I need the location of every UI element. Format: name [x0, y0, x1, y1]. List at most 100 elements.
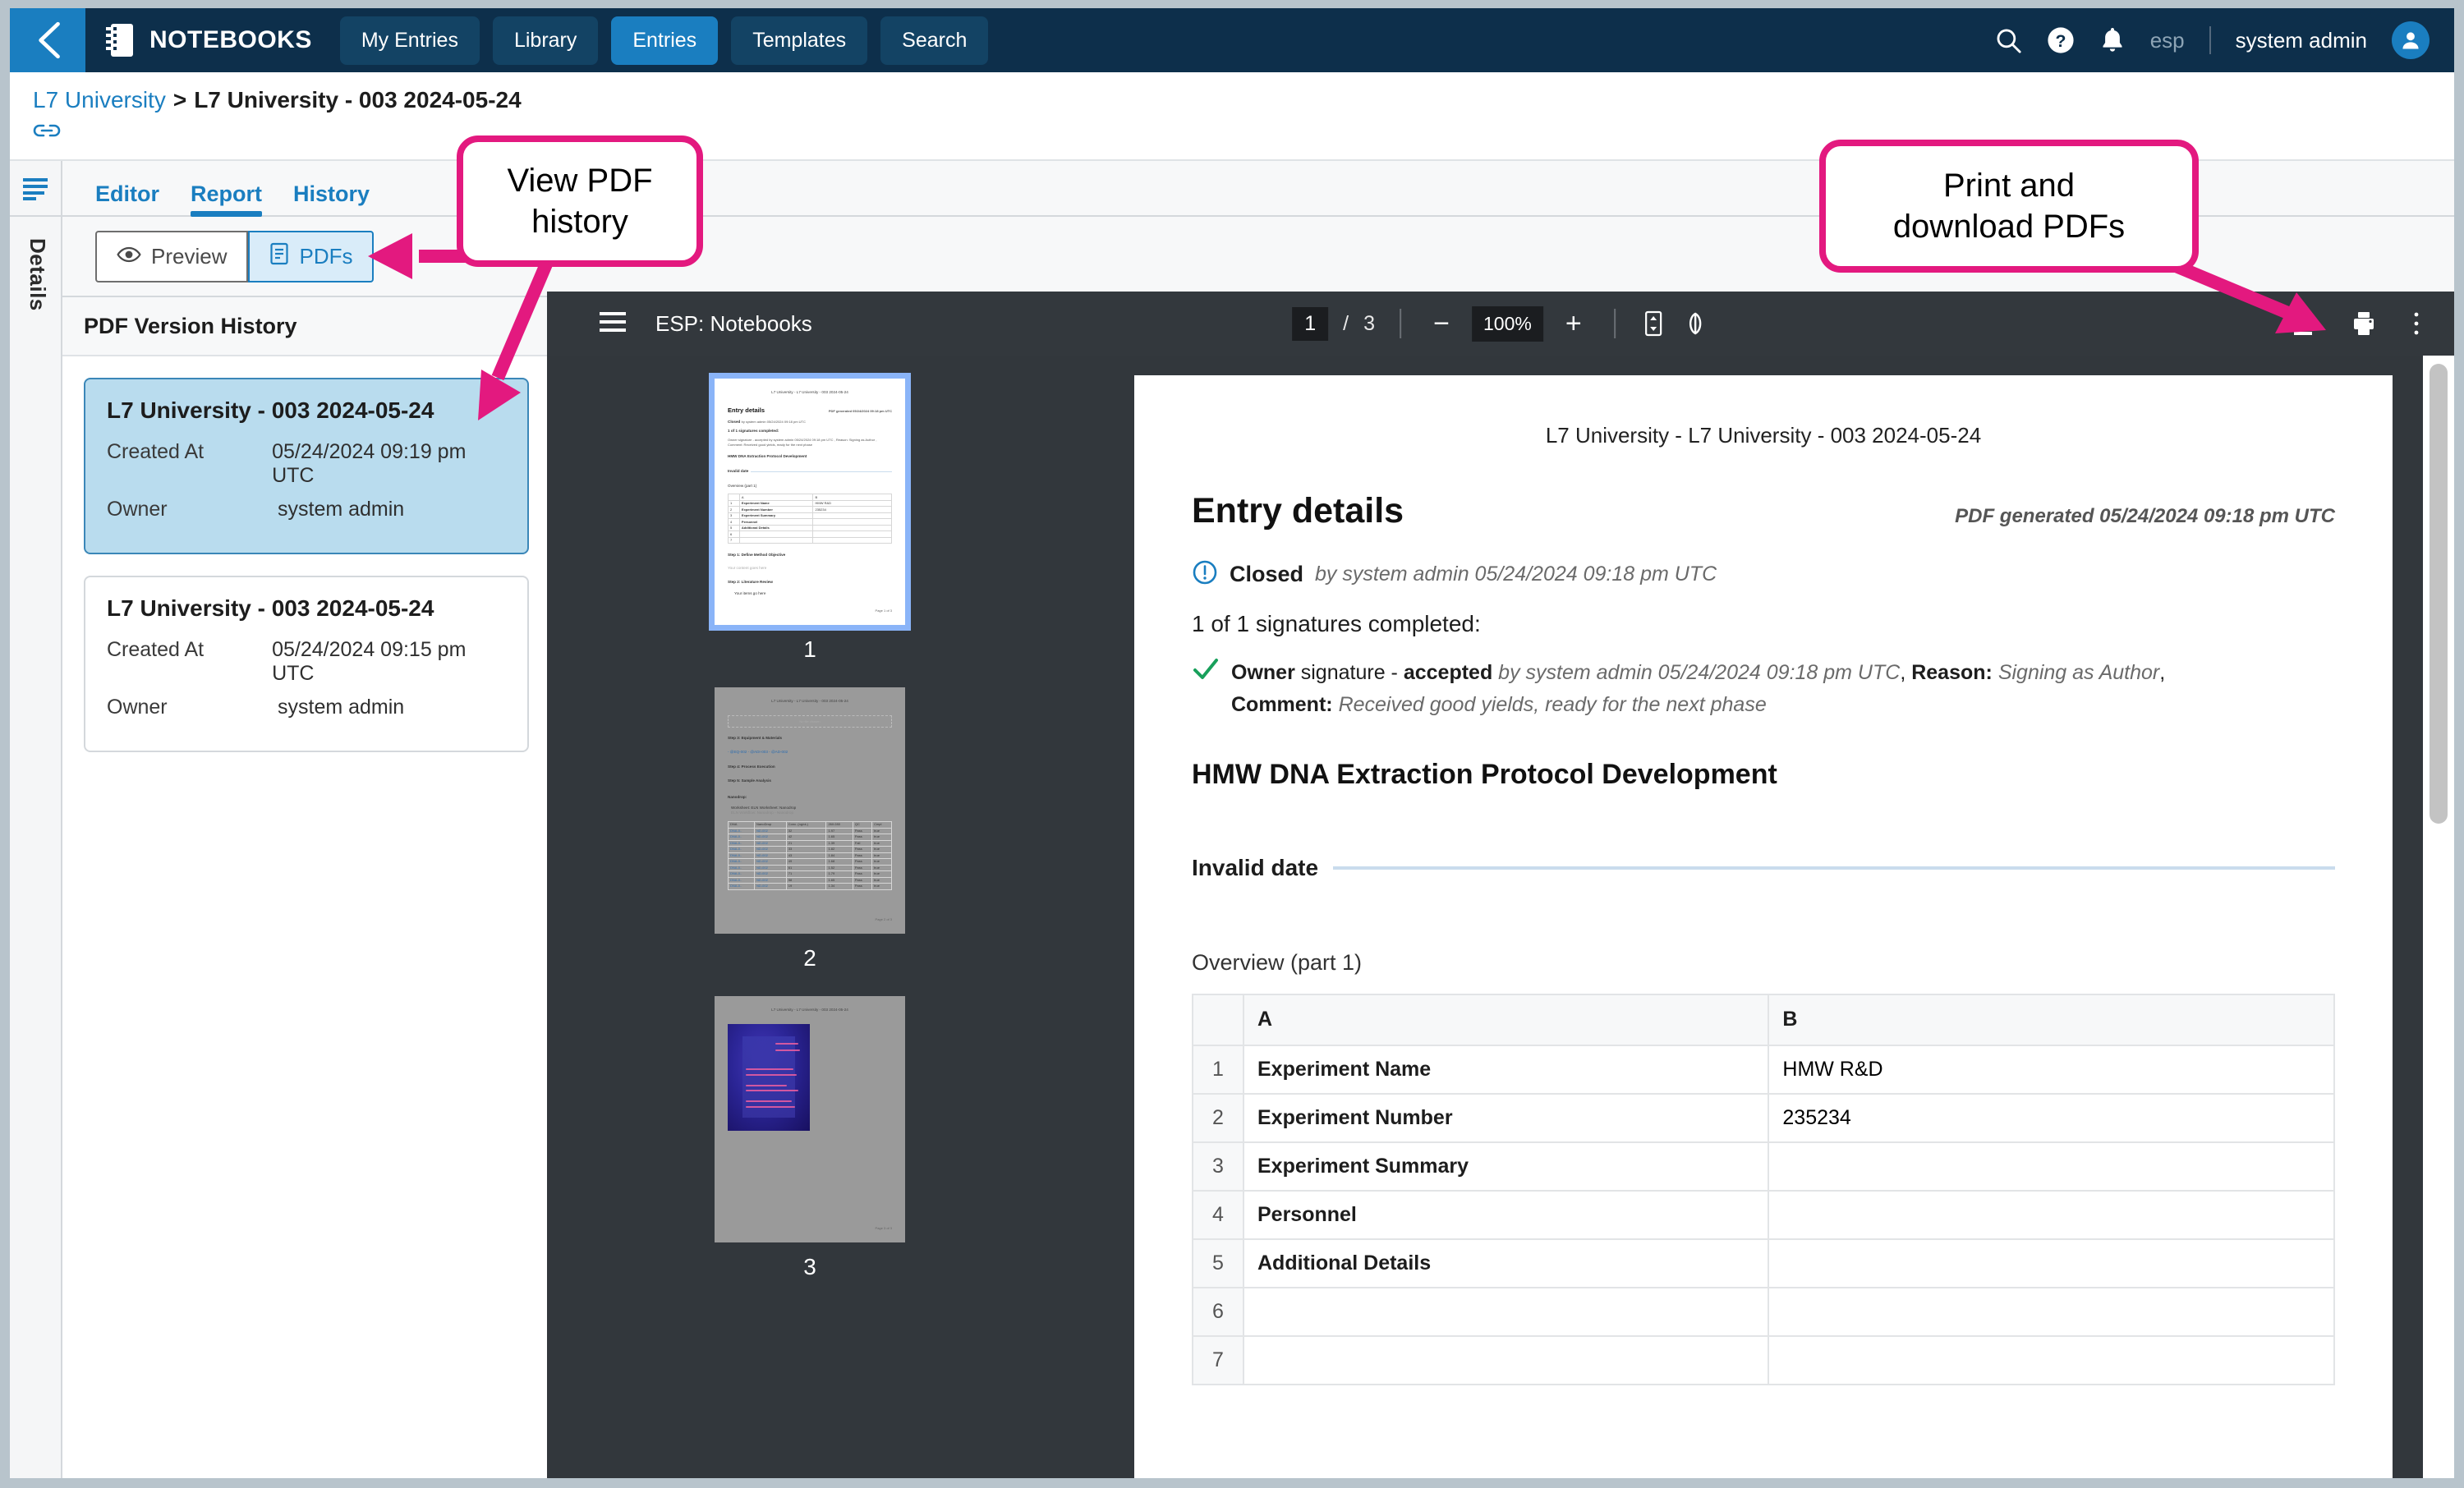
pdf-page-separator: /	[1343, 311, 1349, 335]
row-index: 6	[1192, 1286, 1244, 1337]
signature-state: accepted	[1403, 661, 1493, 684]
thumb-1-step2-bullet: Your items go here	[734, 591, 766, 596]
thumb-1-sigs: 1 of 1 signatures completed:	[728, 429, 779, 434]
pdf-viewer: ESP: Notebooks 1 / 3 − 100% + L7 Univers…	[547, 292, 2454, 1478]
nav-entries[interactable]: Entries	[611, 16, 719, 65]
pdf-thumbnail-item[interactable]: L7 University - L7 University - 003 2024…	[547, 996, 1073, 1280]
tab-history[interactable]: History	[293, 181, 370, 215]
row-index: 2	[1192, 1092, 1244, 1143]
pdf-scrollbar-track[interactable]	[2423, 356, 2454, 1478]
thumb-3-footer: Page 3 of 3	[875, 1226, 892, 1231]
pdf-thumbnail-number: 2	[803, 945, 816, 971]
gel-image	[728, 1023, 810, 1131]
pdf-thumbnail-page-1[interactable]: L7 University - L7 University - 003 2024…	[709, 373, 911, 631]
document-status-line: Closed by system admin 05/24/2024 09:18 …	[1192, 559, 2335, 590]
thumb-3-content: L7 University - L7 University - 003 2024…	[715, 996, 905, 1242]
nav-templates[interactable]: Templates	[731, 16, 868, 65]
help-icon[interactable]: ?	[2047, 26, 2075, 54]
back-button[interactable]	[10, 8, 85, 72]
thumb-1-table: AB 1 Experiment Name HMW R&D 2 Experiment N…	[728, 494, 892, 544]
pdf-toolbar: ESP: Notebooks 1 / 3 − 100% +	[547, 292, 2454, 356]
table-row: 4 Personnel	[1192, 1189, 2335, 1240]
zoom-out-button[interactable]: −	[1426, 308, 1457, 339]
details-toggle-icon[interactable]	[10, 161, 61, 217]
copy-link-icon[interactable]	[33, 120, 61, 145]
language-esp[interactable]: esp	[2150, 28, 2185, 53]
owner-value: system admin	[278, 498, 405, 521]
fit-page-icon[interactable]	[1640, 310, 1666, 338]
thumb-1-gen: PDF generated 05/24/2024 09:18 pm UTC	[828, 408, 892, 413]
pdf-scrollbar-thumb[interactable]	[2430, 364, 2448, 824]
preview-button[interactable]: Preview	[95, 230, 249, 282]
document-running-head: L7 University - L7 University - 003 2024…	[1545, 423, 1982, 448]
pdf-version-list: L7 University - 003 2024-05-24 Created A…	[62, 356, 550, 752]
notifications-bell-icon[interactable]	[2099, 26, 2126, 54]
pdf-thumbnail-page-3[interactable]: L7 University - L7 University - 003 2024…	[715, 996, 905, 1242]
created-at-value: 05/24/2024 09:19 pm UTC	[272, 440, 467, 487]
pdf-thumbnail-item[interactable]: L7 University - L7 University - 003 2024…	[547, 373, 1073, 663]
row-b	[1768, 1286, 2335, 1337]
more-options-icon[interactable]	[2411, 310, 2421, 338]
protocol-title: HMW DNA Extraction Protocol Development	[1192, 758, 1777, 790]
print-icon[interactable]	[2351, 310, 2377, 338]
callout-view-pdf-history: View PDF history	[457, 135, 703, 267]
row-a: Experiment Number	[1242, 1092, 1770, 1143]
table-header-row: A B	[1192, 993, 2335, 1046]
user-name-label: system admin	[2235, 27, 2367, 53]
signature-text: Owner signature - accepted by system adm…	[1231, 657, 2165, 721]
avatar[interactable]	[2392, 21, 2430, 59]
pdf-version-title: L7 University - 003 2024-05-24	[107, 397, 434, 423]
nav-search[interactable]: Search	[880, 16, 989, 65]
callout-line-1: View PDF	[507, 163, 653, 199]
pdf-version-owner-row: Owner system admin	[107, 696, 506, 719]
tab-editor[interactable]: Editor	[95, 181, 159, 215]
row-b	[1768, 1334, 2335, 1385]
row-index: 5	[1192, 1238, 1244, 1288]
info-circle-icon	[1192, 559, 1218, 590]
tab-report[interactable]: Report	[191, 181, 262, 217]
pdf-sidebar-toggle-icon[interactable]	[598, 310, 627, 338]
zoom-in-button[interactable]: +	[1558, 308, 1589, 339]
document-icon	[269, 242, 289, 271]
table-row: 2 Experiment Number 235234	[1192, 1092, 2335, 1143]
search-icon[interactable]	[1994, 26, 2022, 54]
pdf-version-card[interactable]: L7 University - 003 2024-05-24 Created A…	[84, 378, 529, 554]
thumb-1-step2: Step 2: Literature Review	[728, 579, 773, 584]
signature-word: signature -	[1300, 661, 1398, 684]
signature-block: Owner signature - accepted by system adm…	[1192, 657, 2335, 721]
nav-library[interactable]: Library	[492, 16, 599, 65]
status-by-label: by system admin 05/24/2024 09:18 pm UTC	[1315, 563, 1717, 586]
pdf-thumbnail-page-2[interactable]: L7 University - L7 University - 003 2024…	[715, 687, 905, 934]
section-date-label: Invalid date	[1192, 854, 1319, 880]
download-icon[interactable]	[2290, 310, 2316, 338]
thumb-1-titlerow: Entry details PDF generated 05/24/2024 0…	[728, 406, 892, 416]
top-navigation-bar: NOTEBOOKS My Entries Library Entries Tem…	[10, 8, 2454, 72]
row-index: 7	[1192, 1334, 1244, 1385]
row-b: 235234	[1768, 1092, 2335, 1143]
nav-divider	[2209, 26, 2211, 54]
pdf-page-number-input[interactable]: 1	[1292, 306, 1329, 341]
pdf-page-area[interactable]: L7 University - L7 University - 003 2024…	[1073, 356, 2454, 1478]
pdfs-button[interactable]: PDFs	[248, 230, 375, 282]
thumb-1-step1: Step 1: Define Method Objective	[728, 553, 786, 558]
zoom-level-input[interactable]: 100%	[1472, 305, 1543, 342]
pdf-page-1: L7 University - L7 University - 003 2024…	[1134, 375, 2393, 1478]
callout-line-1: Print and	[1942, 168, 2076, 204]
details-rail-label: Details	[25, 238, 50, 311]
rotate-icon[interactable]	[1681, 310, 1709, 338]
breadcrumb-parent-link[interactable]: L7 University	[33, 87, 166, 113]
pdf-version-card[interactable]: L7 University - 003 2024-05-24 Created A…	[84, 576, 529, 752]
thumb-2-nanodrop: Nanodrop:	[728, 795, 747, 800]
document-title-row: Entry details PDF generated 05/24/2024 0…	[1192, 491, 2335, 531]
row-index: 3	[1192, 1141, 1244, 1192]
pdf-thumbnail-item[interactable]: L7 University - L7 University - 003 2024…	[547, 687, 1073, 971]
row-index: 1	[1192, 1044, 1244, 1095]
nav-my-entries[interactable]: My Entries	[339, 16, 480, 65]
thumb-1-commentline: Comment: Received good yields, ready for…	[728, 442, 812, 447]
signature-comment: Received good yields, ready for the next…	[1338, 692, 1767, 716]
thumb-1-daterow: Invalid date	[728, 469, 892, 475]
pdf-thumbnail-number: 1	[803, 636, 816, 662]
pdf-version-created-row: Created At 05/24/2024 09:15 pm UTC	[107, 638, 506, 686]
row-a	[1242, 1334, 1770, 1385]
thumb-1-content: L7 University - L7 University - 003 2024…	[715, 379, 905, 625]
